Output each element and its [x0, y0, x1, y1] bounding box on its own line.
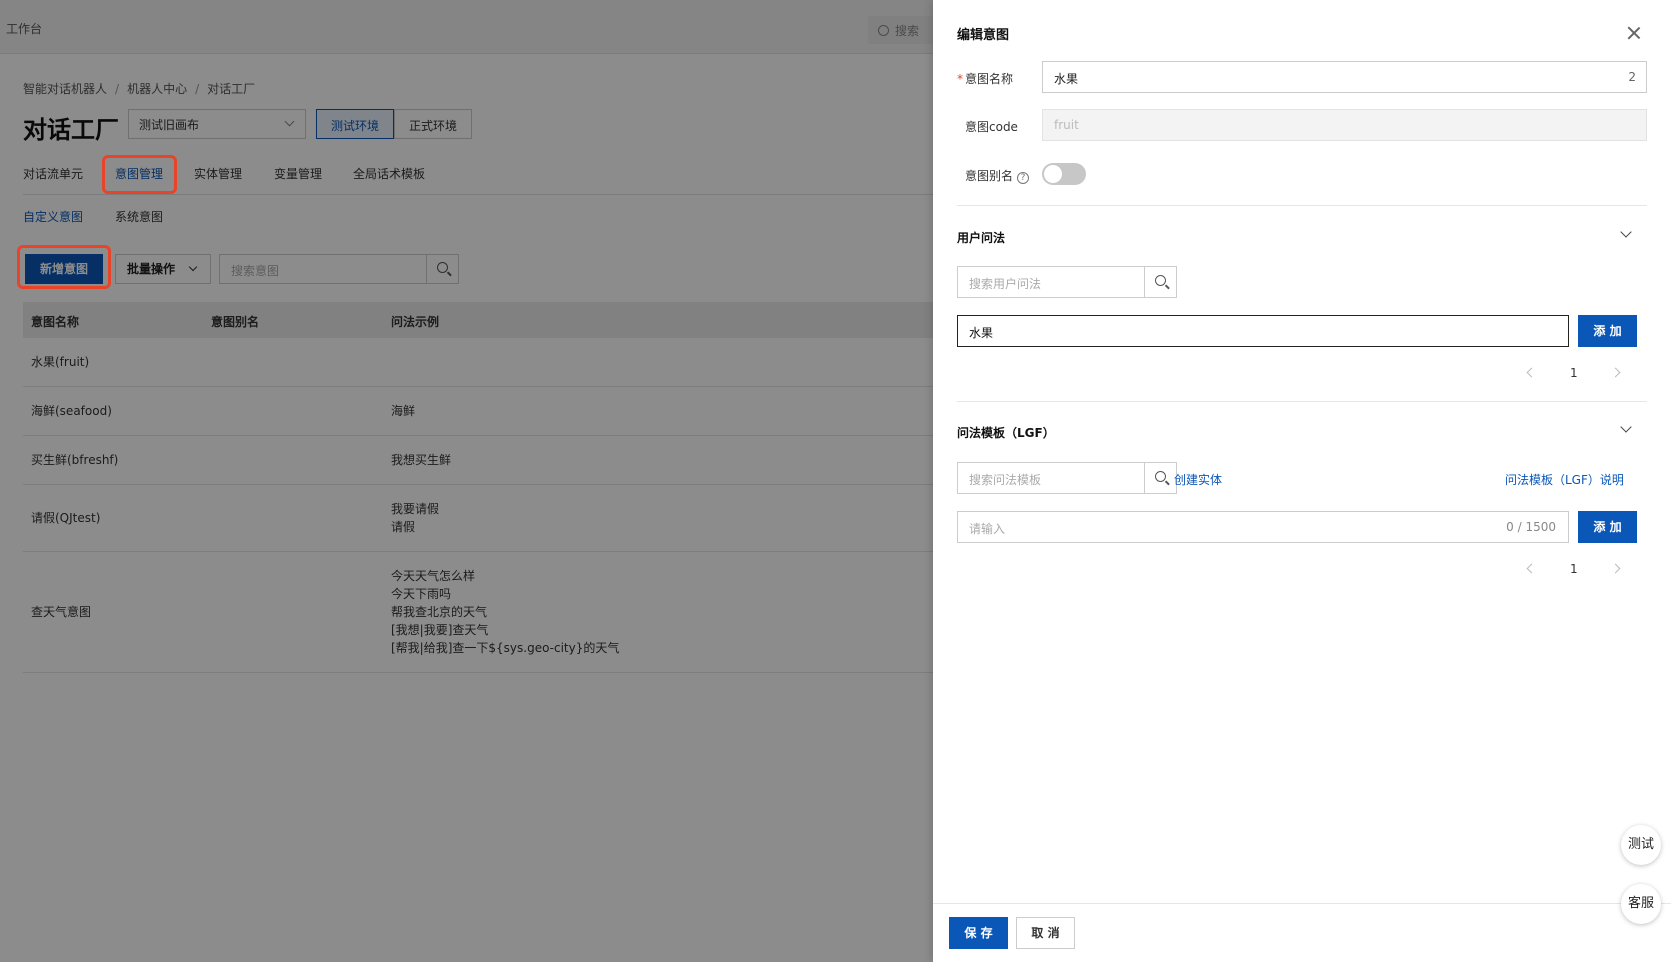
help-icon[interactable]: ?	[1017, 172, 1030, 184]
search-button[interactable]	[1144, 463, 1176, 493]
page-number[interactable]: 1	[1570, 366, 1578, 380]
highlight-box	[102, 155, 177, 194]
intent-name-label: * 意图名称	[957, 72, 1014, 86]
search-icon	[1155, 275, 1166, 286]
user-query-search[interactable]: 搜索用户问法	[957, 266, 1177, 298]
chevron-right-icon[interactable]	[1610, 367, 1621, 378]
page-number[interactable]: 1	[1570, 562, 1578, 576]
pagination: 1	[1526, 366, 1628, 382]
chevron-down-icon[interactable]	[1620, 226, 1632, 238]
chevron-right-icon[interactable]	[1610, 563, 1621, 574]
char-count: 2	[1628, 70, 1636, 84]
pagination: 1	[1526, 562, 1628, 578]
highlight-box	[17, 245, 111, 289]
intent-code-label: 意图code	[965, 120, 1018, 134]
intent-code-input: fruit	[1042, 109, 1647, 141]
lgf-input[interactable]: 请输入 0 / 1500	[957, 511, 1569, 543]
user-query-input[interactable]: 水果	[957, 315, 1569, 347]
user-queries-title: 用户问法	[957, 231, 1006, 245]
add-user-query-button[interactable]: 添 加	[1578, 315, 1637, 347]
close-icon[interactable]	[1627, 26, 1641, 40]
chevron-left-icon[interactable]	[1526, 563, 1537, 574]
test-float-button[interactable]: 测试	[1621, 825, 1661, 865]
service-float-button[interactable]: 客服	[1621, 884, 1661, 924]
lgf-title: 问法模板（LGF）	[957, 426, 1055, 440]
chevron-left-icon[interactable]	[1526, 367, 1537, 378]
search-button[interactable]	[1144, 267, 1176, 297]
create-entity-link[interactable]: 创建实体	[1174, 471, 1222, 488]
save-button[interactable]: 保 存	[949, 917, 1008, 949]
add-lgf-button[interactable]: 添 加	[1578, 511, 1637, 543]
search-icon	[1155, 471, 1166, 482]
cancel-button[interactable]: 取 消	[1016, 917, 1075, 949]
edit-intent-drawer: 编辑意图 * 意图名称 水果 2 意图code fruit 意图别名? 用户问法 搜…	[933, 0, 1671, 962]
lgf-help-link[interactable]: 问法模板（LGF）说明	[1505, 471, 1624, 488]
lgf-search[interactable]: 搜索问法模板	[957, 462, 1177, 494]
chevron-down-icon[interactable]	[1620, 421, 1632, 433]
drawer-title: 编辑意图	[957, 28, 1010, 43]
modal-overlay[interactable]	[0, 0, 933, 962]
intent-name-input[interactable]: 水果 2	[1042, 61, 1647, 93]
char-count: 0 / 1500	[1506, 520, 1556, 534]
intent-alias-toggle[interactable]	[1042, 163, 1086, 185]
intent-alias-label: 意图别名?	[965, 167, 1030, 184]
